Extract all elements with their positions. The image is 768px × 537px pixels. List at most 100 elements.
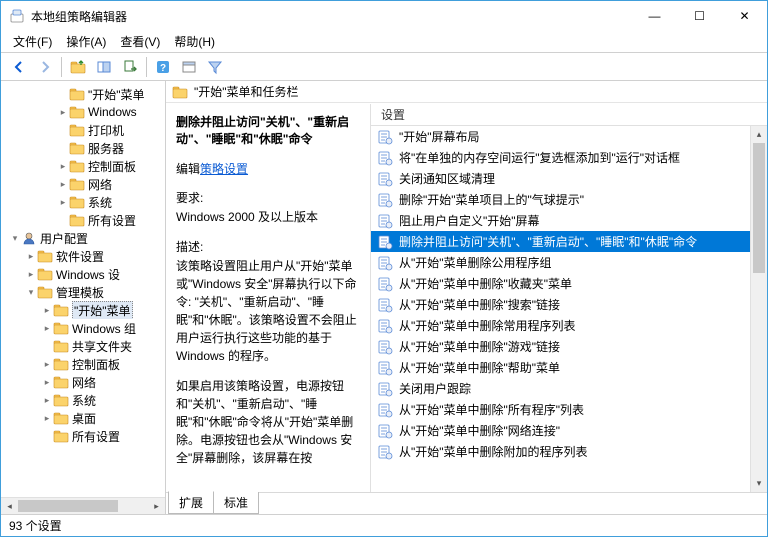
list-row-label: 删除并阻止访问"关机"、"重新启动"、"睡眠"和"休眠"命令 (399, 233, 697, 250)
policy-icon (377, 444, 393, 460)
tree-item[interactable]: 共享文件夹 (1, 337, 165, 355)
list-column-header[interactable]: 设置 (371, 104, 767, 126)
list-row[interactable]: 关闭用户跟踪 (371, 378, 767, 399)
tree-label: 所有设置 (88, 212, 136, 229)
tree-item-user-config[interactable]: ▾用户配置 (1, 229, 165, 247)
list-row[interactable]: 从"开始"菜单中删除"网络连接" (371, 420, 767, 441)
list-row[interactable]: 关闭通知区域清理 (371, 168, 767, 189)
policy-icon (377, 339, 393, 355)
list-body[interactable]: "开始"屏幕布局将"在单独的内存空间运行"复选框添加到"运行"对话框关闭通知区域… (371, 126, 767, 492)
list-row[interactable]: 从"开始"菜单中删除常用程序列表 (371, 315, 767, 336)
description-pane: 删除并阻止访问"关机"、"重新启动"、"睡眠"和"休眠"命令 编辑策略设置 要求… (166, 104, 371, 492)
requirement-label: 要求: (176, 189, 360, 206)
list-row[interactable]: 从"开始"菜单中删除附加的程序列表 (371, 441, 767, 462)
scroll-up-button[interactable]: ▴ (751, 126, 767, 143)
body: "开始"菜单 ▸Windows 打印机 服务器 ▸控制面板 ▸网络 ▸系统 所有… (1, 81, 767, 514)
policy-icon (377, 276, 393, 292)
forward-button[interactable] (33, 55, 57, 79)
tree-item[interactable]: ▸软件设置 (1, 247, 165, 265)
edit-policy-link[interactable]: 策略设置 (200, 162, 248, 176)
tree-item[interactable]: ▸网络 (1, 175, 165, 193)
menu-action[interactable]: 操作(A) (60, 31, 112, 52)
tree-item[interactable]: ▸Windows (1, 103, 165, 121)
minimize-button[interactable]: — (632, 1, 677, 31)
scroll-down-button[interactable]: ▾ (751, 475, 767, 492)
properties-button[interactable] (177, 55, 201, 79)
list-row[interactable]: 从"开始"菜单中删除"游戏"链接 (371, 336, 767, 357)
toolbar: ? (1, 53, 767, 81)
list-row[interactable]: 将"在单独的内存空间运行"复选框添加到"运行"对话框 (371, 147, 767, 168)
list-row[interactable]: 从"开始"菜单中删除"搜索"链接 (371, 294, 767, 315)
scroll-thumb[interactable] (18, 500, 118, 512)
menu-help[interactable]: 帮助(H) (168, 31, 221, 52)
tree-label: 系统 (88, 194, 112, 211)
list-row-label: 阻止用户自定义"开始"屏幕 (399, 212, 540, 229)
list-row-label: 关闭通知区域清理 (399, 170, 495, 187)
tree-item[interactable]: "开始"菜单 (1, 85, 165, 103)
close-button[interactable]: ✕ (722, 1, 767, 31)
scroll-thumb[interactable] (753, 143, 765, 273)
list-row[interactable]: 从"开始"菜单中删除"所有程序"列表 (371, 399, 767, 420)
tree-label: "开始"菜单 (88, 86, 145, 103)
help-button[interactable]: ? (151, 55, 175, 79)
tree-item[interactable]: ▸系统 (1, 193, 165, 211)
tree-item[interactable]: 打印机 (1, 121, 165, 139)
right-pane: "开始"菜单和任务栏 删除并阻止访问"关机"、"重新启动"、"睡眠"和"休眠"命… (166, 81, 767, 514)
description-label: 描述: (176, 238, 360, 255)
export-button[interactable] (118, 55, 142, 79)
tree-item[interactable]: ▸网络 (1, 373, 165, 391)
tree-item[interactable]: ▸Windows 设 (1, 265, 165, 283)
list-row[interactable]: "开始"屏幕布局 (371, 126, 767, 147)
tree-item[interactable]: 服务器 (1, 139, 165, 157)
settings-list-pane: 设置 "开始"屏幕布局将"在单独的内存空间运行"复选框添加到"运行"对话框关闭通… (371, 104, 767, 492)
tree-label: 管理模板 (56, 284, 104, 301)
list-row[interactable]: 从"开始"菜单中删除"收藏夹"菜单 (371, 273, 767, 294)
menu-file[interactable]: 文件(F) (7, 31, 58, 52)
tree-item[interactable]: ▸控制面板 (1, 355, 165, 373)
maximize-button[interactable]: ☐ (677, 1, 722, 31)
tree-item-admin-templates[interactable]: ▾管理模板 (1, 283, 165, 301)
tree-label: 网络 (88, 176, 112, 193)
scroll-left-button[interactable]: ◂ (1, 498, 18, 514)
menu-view[interactable]: 查看(V) (114, 31, 166, 52)
tree-item[interactable]: 所有设置 (1, 211, 165, 229)
tree-scrollbar-horizontal[interactable]: ◂ ▸ (1, 497, 165, 514)
tree[interactable]: "开始"菜单 ▸Windows 打印机 服务器 ▸控制面板 ▸网络 ▸系统 所有… (1, 81, 165, 449)
toolbar-separator (61, 57, 62, 77)
list-scrollbar-vertical[interactable]: ▴ ▾ (750, 126, 767, 492)
folder-icon (53, 374, 69, 390)
tree-item-selected[interactable]: ▸"开始"菜单 (1, 301, 165, 319)
show-hide-tree-button[interactable] (92, 55, 116, 79)
list-row[interactable]: 删除"开始"菜单项目上的"气球提示" (371, 189, 767, 210)
folder-icon (69, 212, 85, 228)
tree-item[interactable]: 所有设置 (1, 427, 165, 445)
list-row[interactable]: 阻止用户自定义"开始"屏幕 (371, 210, 767, 231)
policy-icon (377, 129, 393, 145)
tab-extended[interactable]: 扩展 (168, 491, 214, 514)
tab-standard[interactable]: 标准 (213, 492, 259, 514)
up-button[interactable] (66, 55, 90, 79)
folder-icon (37, 284, 53, 300)
filter-button[interactable] (203, 55, 227, 79)
tree-pane[interactable]: "开始"菜单 ▸Windows 打印机 服务器 ▸控制面板 ▸网络 ▸系统 所有… (1, 81, 166, 514)
tree-item[interactable]: ▸桌面 (1, 409, 165, 427)
tree-item[interactable]: ▸Windows 组 (1, 319, 165, 337)
toolbar-separator (146, 57, 147, 77)
list-row[interactable]: 删除并阻止访问"关机"、"重新启动"、"睡眠"和"休眠"命令 (371, 231, 767, 252)
list-row[interactable]: 从"开始"菜单删除公用程序组 (371, 252, 767, 273)
svg-text:?: ? (160, 63, 166, 74)
tree-item[interactable]: ▸控制面板 (1, 157, 165, 175)
scroll-right-button[interactable]: ▸ (148, 498, 165, 514)
scroll-track[interactable] (18, 498, 148, 514)
policy-icon (377, 255, 393, 271)
back-button[interactable] (7, 55, 31, 79)
right-header: "开始"菜单和任务栏 (166, 81, 767, 103)
scroll-track[interactable] (751, 143, 767, 475)
folder-icon (69, 176, 85, 192)
list-row[interactable]: 从"开始"菜单中删除"帮助"菜单 (371, 357, 767, 378)
titlebar[interactable]: 本地组策略编辑器 — ☐ ✕ (1, 1, 767, 31)
tree-item[interactable]: ▸系统 (1, 391, 165, 409)
policy-icon (377, 423, 393, 439)
tree-label: 控制面板 (88, 158, 136, 175)
requirement-text: Windows 2000 及以上版本 (176, 208, 360, 226)
